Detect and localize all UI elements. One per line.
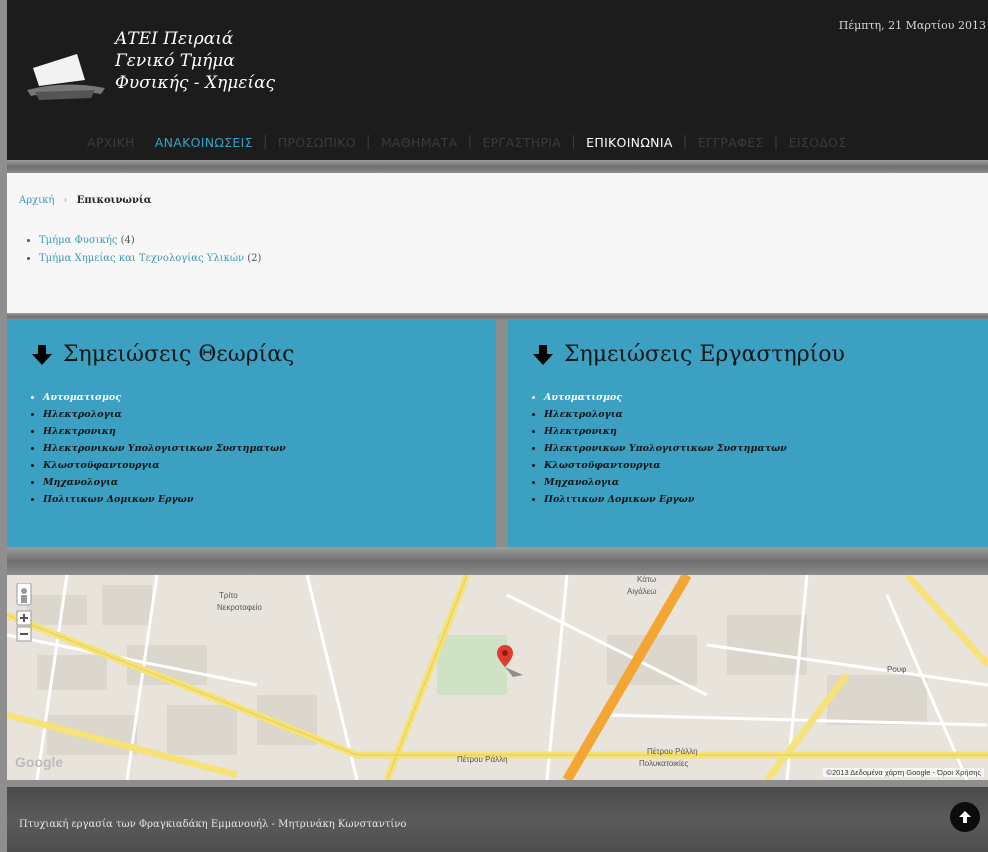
map-label: Ρουφ (887, 665, 907, 674)
map-roads (7, 575, 988, 780)
main-nav: ΑΡΧΙΚΗ ΑΝΑΚΟΙΝΩΣΕΙΣ | ΠΡΟΣΩΠΙΚΟ | ΜΑΘΗΜΑ… (77, 134, 856, 150)
notes-link-textile[interactable]: Κλωστοϋφαντουργια (544, 460, 787, 471)
ship-logo-icon[interactable] (25, 50, 107, 102)
list-item: Τμήμα Χημείας και Τεχνολογίας Υλικών (2) (39, 253, 261, 264)
notes-link-automation[interactable]: Αυτοματισμος (43, 392, 286, 403)
nav-item-registration[interactable]: ΕΓΓΡΑΦΕΣ (688, 135, 774, 150)
arrow-up-icon (959, 811, 971, 823)
site-footer: Πτυχιακή εργασία των Φραγκιαδάκη Εμμανου… (7, 787, 988, 852)
breadcrumb-separator: › (63, 195, 68, 206)
notes-link-mechanical[interactable]: Μηχανολογια (43, 477, 286, 488)
nav-item-contact[interactable]: ΕΠΙΚΟΙΝΩΝΙΑ (576, 135, 683, 150)
logo-line-1: ΑΤΕΙ Πειραιά (115, 29, 234, 49)
map-zoom-controls[interactable] (15, 583, 33, 643)
notes-link-electronics[interactable]: Ηλεκτρονικη (544, 426, 787, 437)
logo-line-2: Γενικό Τμήμα (115, 51, 235, 71)
notes-link-computer-systems[interactable]: Ηλεκτρονικων Υπολογιστικων Συστηματων (43, 443, 286, 454)
theory-notes-panel: Σημειώσεις Θεωρίας Αυτοματισμος Ηλεκτρολ… (7, 320, 496, 547)
theory-notes-heading: Σημειώσεις Θεωρίας (31, 342, 294, 367)
notes-link-civil-works[interactable]: Πολιτικων Δομικων Εργων (544, 494, 787, 505)
arrow-down-icon (533, 344, 553, 365)
map-label: Αιγάλεω (627, 587, 657, 596)
notes-link-electronics[interactable]: Ηλεκτρονικη (43, 426, 286, 437)
list-item: Τμήμα Φυσικής (4) (39, 235, 261, 246)
map-label: Νεκροταφείο (217, 603, 262, 612)
contact-category-link[interactable]: Τμήμα Χημείας και Τεχνολογίας Υλικών (39, 253, 244, 264)
site-header: ΑΤΕΙ Πειραιά Γενικό Τμήμα Φυσικής - Χημε… (7, 0, 988, 160)
map-label: Πέτρου Ράλλη (457, 755, 508, 764)
breadcrumb-home-link[interactable]: Αρχική (19, 195, 54, 206)
lab-notes-heading: Σημειώσεις Εργαστηρίου (532, 342, 845, 367)
notes-link-civil-works[interactable]: Πολιτικων Δομικων Εργων (43, 494, 286, 505)
lab-notes-title: Σημειώσεις Εργαστηρίου (564, 342, 845, 367)
nav-item-login[interactable]: ΕΙΣΟΔΟΣ (779, 135, 857, 150)
nav-item-announcements[interactable]: ΑΝΑΚΟΙΝΩΣΕΙΣ (145, 135, 263, 150)
map-label: Πέτρου Ράλλη (647, 747, 698, 756)
contact-category-list: Τμήμα Φυσικής (4) Τμήμα Χημείας και Τεχν… (39, 235, 261, 271)
nav-item-staff[interactable]: ΠΡΟΣΩΠΙΚΟ (268, 135, 366, 150)
lab-notes-panel: Σημειώσεις Εργαστηρίου Αυτοματισμος Ηλεκ… (508, 320, 988, 547)
google-logo[interactable]: Google (15, 754, 63, 770)
notes-link-electrical[interactable]: Ηλεκτρολογια (544, 409, 787, 420)
breadcrumb: Αρχική › Επικοινωνία (19, 195, 151, 206)
map-copyright[interactable]: ©2013 Δεδομένα χάρτη Google - Όροι Χρήση… (823, 768, 984, 777)
map-label: Πολυκατοικίες (639, 759, 689, 768)
theory-notes-title: Σημειώσεις Θεωρίας (63, 342, 295, 367)
nav-item-home[interactable]: ΑΡΧΙΚΗ (77, 135, 145, 150)
theory-notes-list: Αυτοματισμος Ηλεκτρολογια Ηλεκτρονικη Ηλ… (43, 392, 286, 511)
contact-content: Αρχική › Επικοινωνία Τμήμα Φυσικής (4) Τ… (7, 173, 988, 313)
notes-link-mechanical[interactable]: Μηχανολογια (544, 477, 787, 488)
arrow-down-icon (32, 344, 52, 365)
notes-link-computer-systems[interactable]: Ηλεκτρονικων Υπολογιστικων Συστηματων (544, 443, 787, 454)
notes-link-textile[interactable]: Κλωστοϋφαντουργια (43, 460, 286, 471)
stone-divider (7, 313, 988, 320)
lab-notes-list: Αυτοματισμος Ηλεκτρολογια Ηλεκτρονικη Ηλ… (544, 392, 787, 511)
back-to-top-button[interactable] (950, 802, 980, 832)
notes-link-electrical[interactable]: Ηλεκτρολογια (43, 409, 286, 420)
contact-count: (4) (120, 235, 135, 246)
map-label: Κάτω (637, 575, 657, 584)
contact-category-link[interactable]: Τμήμα Φυσικής (39, 235, 117, 246)
site-logo-text[interactable]: ΑΤΕΙ Πειραιά Γενικό Τμήμα Φυσικής - Χημε… (115, 28, 275, 94)
stone-divider (7, 160, 988, 173)
breadcrumb-current: Επικοινωνία (76, 195, 152, 206)
nav-item-courses[interactable]: ΜΑΘΗΜΑΤΑ (371, 135, 468, 150)
location-map[interactable]: Τρίτο Νεκροταφείο Κάτω Αιγάλεω Πέτρου Ρά… (7, 575, 988, 780)
logo-line-3: Φυσικής - Χημείας (115, 73, 276, 93)
notes-link-automation[interactable]: Αυτοματισμος (544, 392, 787, 403)
footer-credits: Πτυχιακή εργασία των Φραγκιαδάκη Εμμανου… (19, 819, 407, 830)
contact-count: (2) (247, 253, 262, 264)
map-label: Τρίτο (219, 591, 238, 600)
current-date: Πέμπτη, 21 Μαρτίου 2013 (838, 19, 986, 32)
nav-item-labs[interactable]: ΕΡΓΑΣΤΗΡΙΑ (472, 135, 571, 150)
stone-divider (7, 547, 988, 575)
